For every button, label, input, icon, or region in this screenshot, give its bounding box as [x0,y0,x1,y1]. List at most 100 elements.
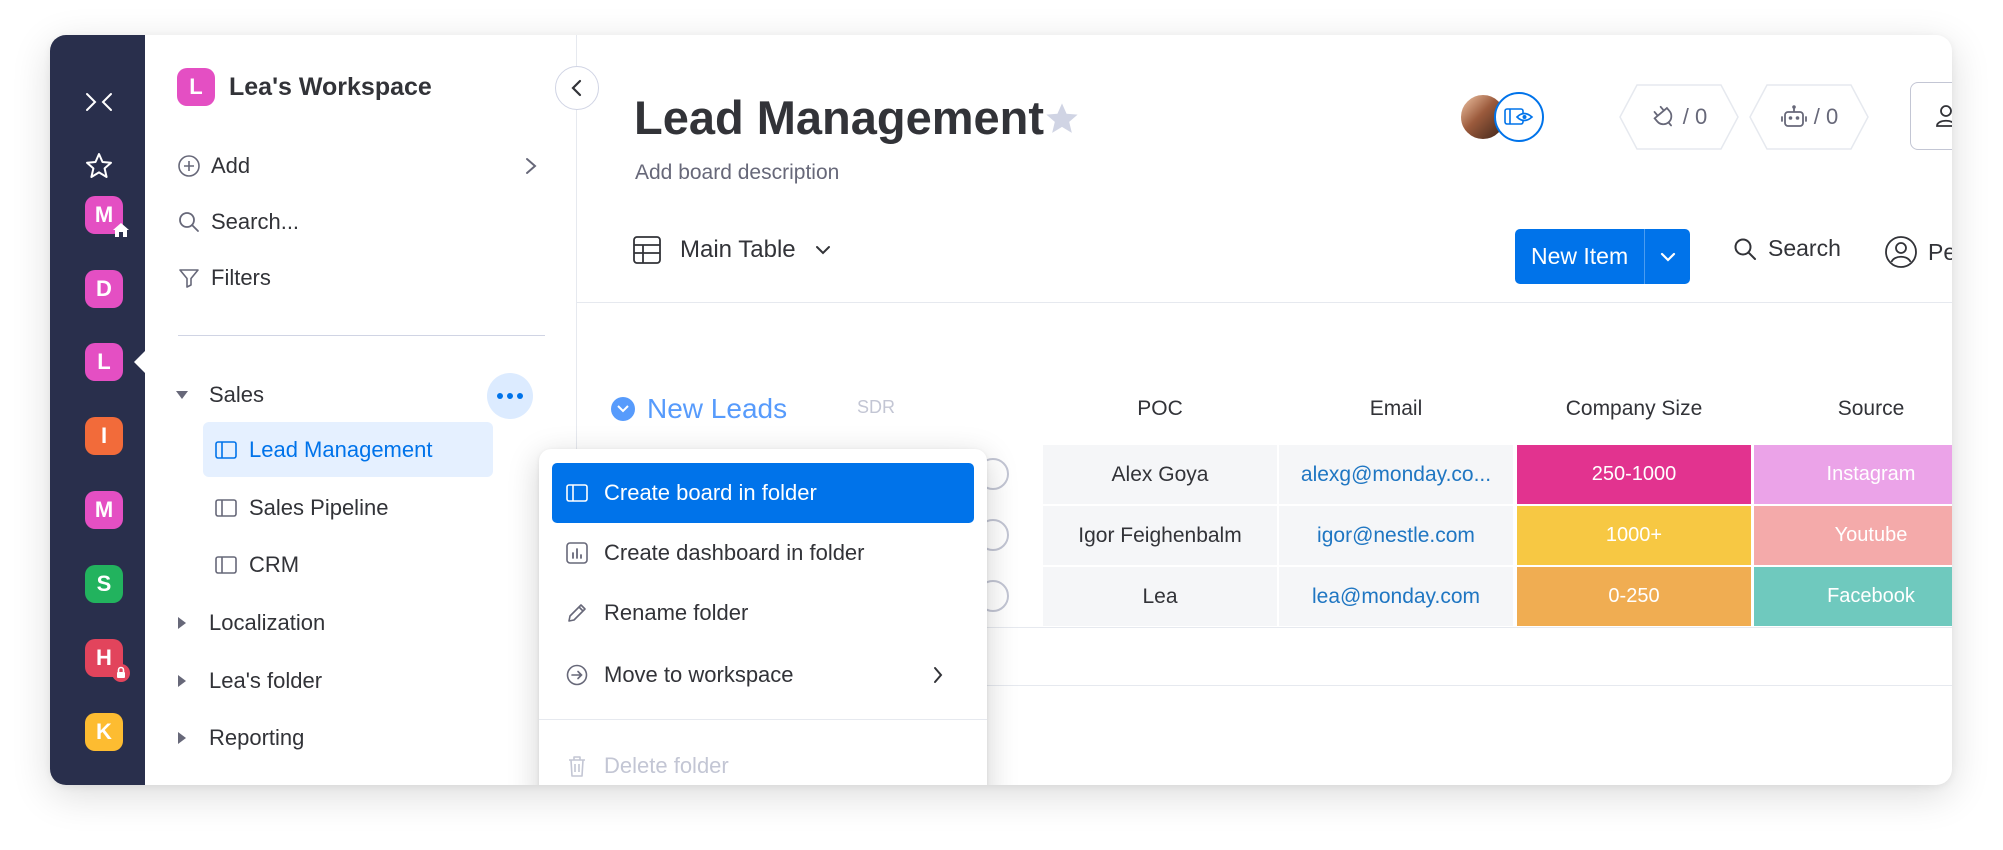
board-description[interactable]: Add board description [635,161,839,185]
board-name: Sales Pipeline [249,494,389,520]
folder-name: Localization [209,610,326,635]
plug-icon [1653,105,1672,127]
filter-icon [179,269,199,288]
chevron-right-icon[interactable] [523,155,539,177]
column-header-email[interactable]: Email [1279,397,1513,421]
workspace-avatar-l[interactable]: L [85,343,123,381]
chevron-right-icon [934,667,943,683]
collapse-arrows-icon[interactable] [80,83,118,121]
menu-create-board[interactable]: Create board in folder [552,463,974,523]
favorite-star-icon[interactable] [1043,101,1081,137]
new-item-dropdown-button[interactable] [1644,229,1691,284]
chevron-left-icon [571,79,582,97]
folder-name: Reporting [209,725,305,750]
workspace-letter: M [94,497,114,522]
search-icon [1734,238,1756,260]
workspace-avatar-d[interactable]: D [85,270,123,308]
folder-options-button[interactable] [487,373,533,419]
group-collapse-icon[interactable] [611,397,635,421]
star-icon[interactable] [80,147,118,185]
cell-email[interactable]: lea@monday.com [1279,567,1513,626]
cell-company-size[interactable]: 0-250 [1517,567,1751,626]
cell-poc[interactable]: Alex Goya [1043,445,1277,504]
menu-item-label: Create dashboard in folder [604,540,865,565]
workspace-avatar-k[interactable]: K [85,713,123,751]
group-name: New Leads [647,393,788,424]
cell-source[interactable]: Instagram [1754,445,1952,504]
group-new-leads[interactable]: New Leads [611,393,787,425]
new-item-button-group: New Item [1515,229,1691,284]
workspace-avatar-m2[interactable]: M [85,491,123,529]
add-label: Add [211,153,251,178]
folder-name: Lea's folder [209,668,323,693]
menu-item-label: Create board in folder [604,480,817,505]
members-button[interactable]: / 1 [1910,82,1952,150]
view-label: Main Table [680,236,796,263]
cell-source[interactable]: Facebook [1754,567,1952,626]
chevron-down-icon[interactable] [814,244,832,256]
menu-item-label: Delete folder [604,753,729,778]
automations-button[interactable]: / 0 [1749,84,1869,150]
table-icon [633,236,661,264]
integrations-button[interactable]: / 0 [1619,84,1739,150]
board-icon [215,440,237,459]
people-icon [1936,105,1952,127]
plus-circle-icon [178,155,200,177]
workspace-header[interactable]: L Lea's Workspace [177,68,432,106]
filters-label: Filters [211,265,271,290]
caret-right-icon [175,731,189,745]
folder-name: Sales [209,382,265,407]
search-label: Search... [211,209,300,234]
new-item-button[interactable]: New Item [1515,229,1645,284]
menu-item-label: Move to workspace [604,662,794,687]
workspace-avatar-m[interactable]: M [85,196,129,237]
search-label: Search [1768,235,1841,261]
workspace-letter: D [96,276,112,301]
app-window: M D L I M S H K L Lea's Workspace Add Se… [50,35,1952,785]
workspace-avatar-s[interactable]: S [85,565,123,603]
workspace-logo: L [177,68,215,106]
column-header-company-size[interactable]: Company Size [1517,397,1751,421]
folder-sales[interactable]: Sales [175,382,264,408]
cell-company-size[interactable]: 250-1000 [1517,445,1751,504]
integrations-count: / 0 [1682,104,1708,129]
board-title[interactable]: Lead Management [634,90,1044,145]
workspace-letter: I [100,423,108,448]
board-item-lead-management[interactable]: Lead Management [203,422,493,477]
cell-source[interactable]: Youtube [1754,506,1952,565]
workspace-avatar-h[interactable]: H [85,639,130,682]
cell-email[interactable]: alexg@monday.co... [1279,445,1513,504]
column-header-source[interactable]: Source [1754,397,1952,421]
home-icon [113,223,129,237]
menu-move-to-workspace[interactable]: Move to workspace [552,645,974,705]
cell-email[interactable]: igor@nestle.com [1279,506,1513,565]
board-icon [215,498,237,517]
automations-count: / 0 [1813,104,1839,129]
person-icon [1885,236,1917,268]
workspace-name: Lea's Workspace [229,72,432,101]
cell-poc[interactable]: Igor Feighenbalm [1043,506,1277,565]
search-button[interactable]: Search... [177,209,299,235]
board-item-sales-pipeline[interactable]: Sales Pipeline [203,480,493,535]
folder-leas-folder[interactable]: Lea's folder [175,668,322,694]
filters-button[interactable]: Filters [177,265,271,291]
collapse-sidebar-button[interactable] [555,66,599,110]
column-header-poc[interactable]: POC [1043,397,1277,421]
cell-poc[interactable]: Lea [1043,567,1277,626]
person-filter-button[interactable]: Person [1884,235,1952,269]
add-button[interactable]: Add [177,153,250,179]
board-item-crm[interactable]: CRM [203,537,493,592]
cell-company-size[interactable]: 1000+ [1517,506,1751,565]
header-divider [577,302,1952,303]
folder-reporting[interactable]: Reporting [175,725,304,751]
menu-rename-folder[interactable]: Rename folder [552,583,974,643]
board-viewer-button[interactable] [1494,92,1544,142]
menu-create-dashboard[interactable]: Create dashboard in folder [552,523,974,583]
menu-item-label: Rename folder [604,600,749,625]
board-search-button[interactable]: Search [1732,235,1841,262]
pencil-icon [568,604,586,622]
workspace-letter: K [96,719,112,744]
workspace-avatar-i[interactable]: I [85,417,123,455]
view-selector[interactable]: Main Table [632,235,832,265]
folder-localization[interactable]: Localization [175,610,325,636]
